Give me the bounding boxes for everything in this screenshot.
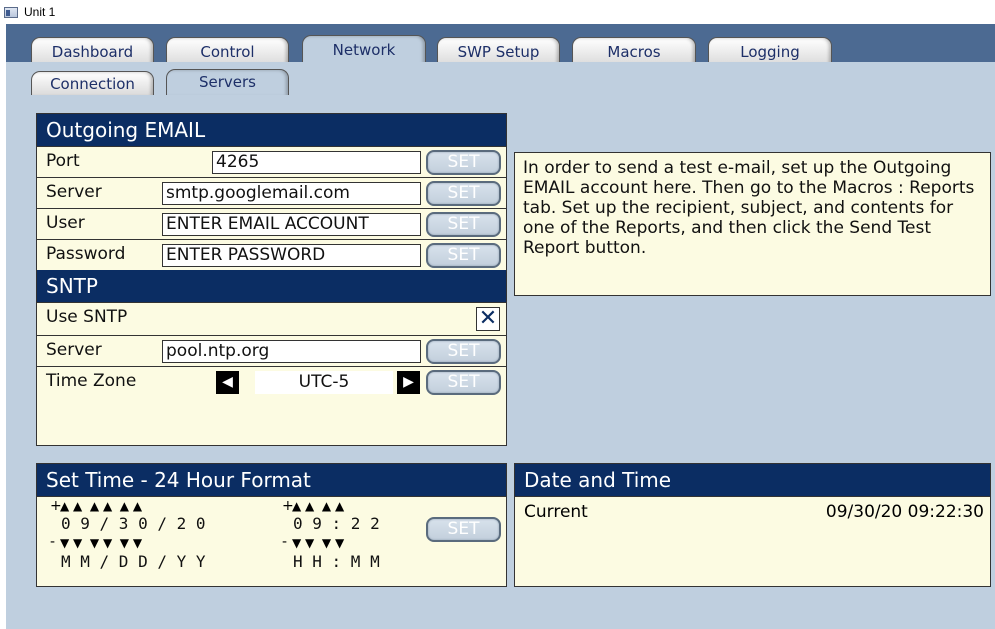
date-down-arrows-icon[interactable]: ▼ ▼ ▼ ▼ ▼ ▼ — [60, 536, 142, 550]
subtab-bar — [6, 62, 995, 95]
date-time-panel: Date and Time Current 09/30/20 09:22:30 — [514, 463, 991, 587]
date-minus-label: - — [50, 534, 56, 550]
port-set-button[interactable]: SET — [426, 150, 501, 175]
timezone-value: UTC-5 — [255, 371, 393, 394]
password-row: Password ENTER PASSWORD SET — [37, 239, 506, 270]
user-row: User ENTER EMAIL ACCOUNT SET — [37, 208, 506, 239]
user-input[interactable]: ENTER EMAIL ACCOUNT — [162, 213, 421, 236]
app-frame: Dashboard Control Network SWP Setup Macr… — [6, 24, 995, 629]
time-up-arrows-icon[interactable]: ▲ ▲ ▲ ▲ — [292, 499, 344, 513]
user-set-button[interactable]: SET — [426, 212, 501, 237]
subtab-connection[interactable]: Connection — [31, 71, 154, 97]
current-label: Current — [524, 502, 588, 522]
date-digits: 0 9 / 3 0 / 2 0 — [61, 514, 206, 533]
set-time-header: Set Time - 24 Hour Format — [37, 464, 506, 496]
sntp-server-label: Server — [46, 340, 102, 360]
password-input[interactable]: ENTER PASSWORD — [162, 244, 421, 267]
email-server-set-button[interactable]: SET — [426, 181, 501, 206]
password-set-button[interactable]: SET — [426, 243, 501, 268]
set-time-button[interactable]: SET — [426, 517, 501, 542]
time-down-arrows-icon[interactable]: ▼ ▼ ▼ ▼ — [292, 536, 344, 550]
window-title: Unit 1 — [24, 5, 56, 19]
current-time-row: Current 09/30/20 09:22:30 — [515, 496, 990, 528]
timezone-prev-icon[interactable]: ◀ — [216, 371, 239, 394]
timezone-row: Time Zone ◀ UTC-5 ▶ SET — [37, 366, 506, 398]
set-time-body: + ▲ ▲ ▲ ▲ ▲ ▲ 0 9 / 3 0 / 2 0 - ▼ ▼ ▼ ▼ … — [37, 496, 506, 587]
sntp-server-row: Server pool.ntp.org SET — [37, 335, 506, 366]
app-window-icon — [4, 6, 18, 18]
date-format-labels: M M / D D / Y Y — [61, 552, 206, 571]
email-sntp-panel: Outgoing EMAIL Port 4265 SET Server smtp… — [36, 113, 507, 446]
port-row: Port 4265 SET — [37, 146, 506, 177]
user-label: User — [46, 213, 85, 233]
set-time-panel: Set Time - 24 Hour Format + ▲ ▲ ▲ ▲ ▲ ▲ … — [36, 463, 507, 587]
time-format-labels: H H : M M — [293, 552, 380, 571]
email-server-row: Server smtp.googlemail.com SET — [37, 177, 506, 208]
timezone-label: Time Zone — [46, 371, 137, 391]
time-digits: 0 9 : 2 2 — [293, 514, 380, 533]
email-help-text: In order to send a test e-mail, set up t… — [514, 152, 991, 296]
timezone-next-icon[interactable]: ▶ — [397, 371, 420, 394]
sntp-header: SNTP — [37, 270, 506, 302]
time-minus-label: - — [282, 534, 288, 550]
subtab-servers[interactable]: Servers — [166, 69, 289, 97]
use-sntp-label: Use SNTP — [46, 307, 128, 327]
email-server-label: Server — [46, 182, 102, 202]
use-sntp-row: Use SNTP ✕ — [37, 302, 506, 335]
port-label: Port — [46, 151, 80, 171]
window-titlebar: Unit 1 — [0, 0, 995, 24]
password-label: Password — [46, 244, 126, 264]
email-server-input[interactable]: smtp.googlemail.com — [162, 182, 421, 205]
port-input[interactable]: 4265 — [212, 151, 421, 174]
date-up-arrows-icon[interactable]: ▲ ▲ ▲ ▲ ▲ ▲ — [60, 499, 142, 513]
current-datetime-value: 09/30/20 09:22:30 — [825, 502, 984, 522]
date-time-header: Date and Time — [515, 464, 990, 496]
servers-content: Outgoing EMAIL Port 4265 SET Server smtp… — [6, 95, 995, 629]
email-header: Outgoing EMAIL — [37, 114, 506, 146]
sntp-server-input[interactable]: pool.ntp.org — [162, 340, 421, 363]
use-sntp-checkbox[interactable]: ✕ — [476, 307, 500, 331]
sntp-server-set-button[interactable]: SET — [426, 339, 501, 364]
timezone-set-button[interactable]: SET — [426, 370, 501, 395]
